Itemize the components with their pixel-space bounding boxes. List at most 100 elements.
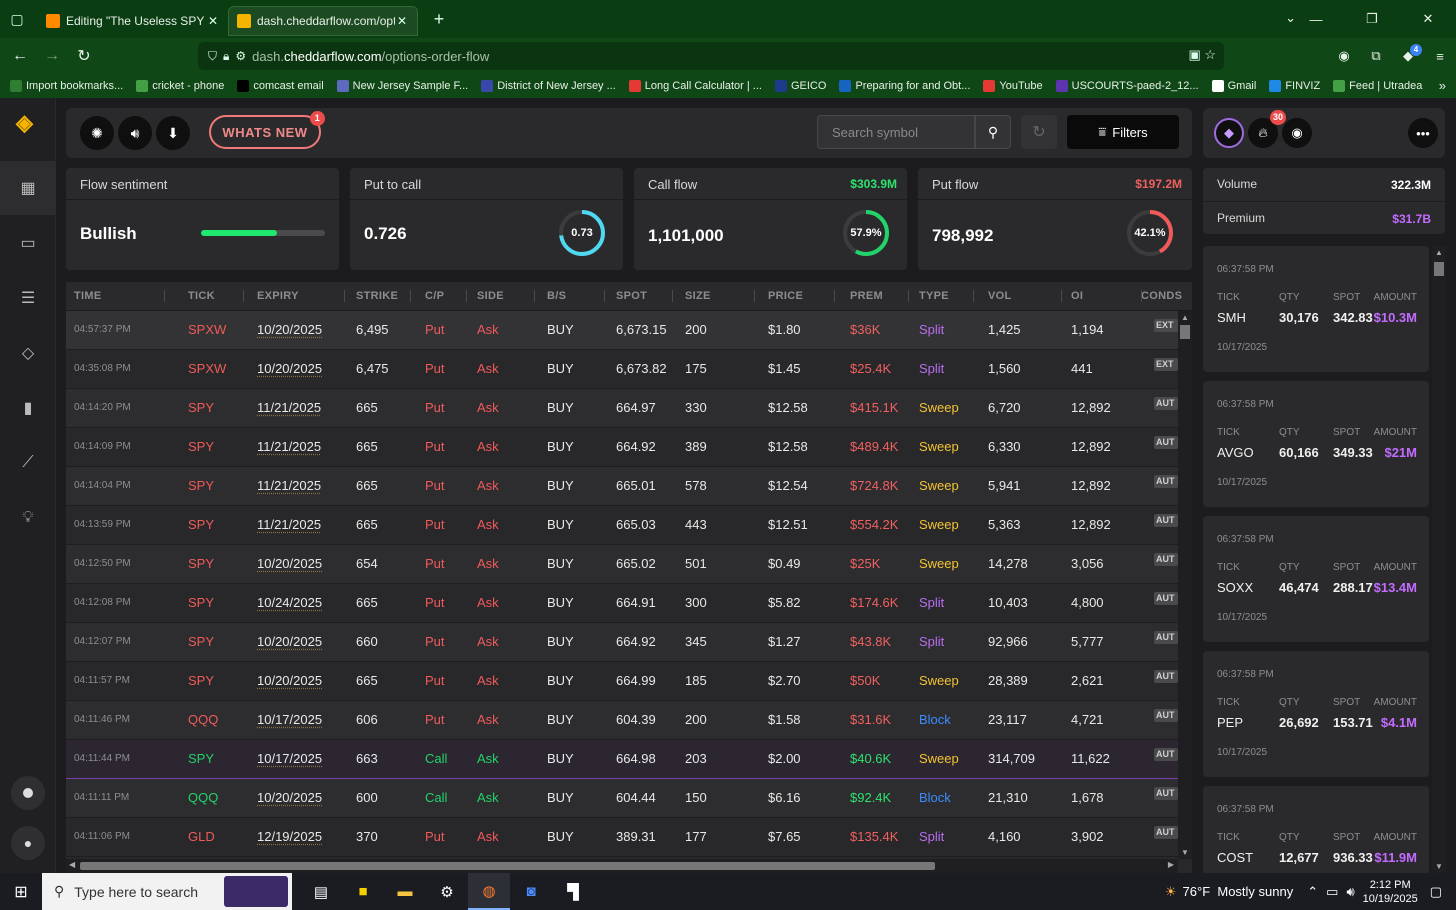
expiry-cell[interactable]: 11/21/2025 <box>257 478 321 493</box>
bookmark-item[interactable]: New Jersey Sample F... <box>336 80 468 92</box>
account-icon[interactable]: ◉ <box>1328 48 1360 64</box>
weather-icon[interactable]: ☀ <box>1165 884 1177 900</box>
theme-toggle-icon[interactable] <box>11 776 45 810</box>
tradingview-app-icon[interactable]: ▜ <box>552 873 594 910</box>
column-header[interactable]: CONDS <box>1141 290 1182 302</box>
new-tab-icon[interactable]: + <box>424 9 454 30</box>
search-icon[interactable]: ⚲ <box>975 115 1011 149</box>
user-profile-icon[interactable]: ● <box>11 826 45 860</box>
line-chart-icon[interactable]: ⟋ <box>0 436 56 490</box>
permissions-icon[interactable]: ⚙︎ <box>235 49 246 63</box>
file-explorer-app-icon[interactable]: ▬ <box>384 873 426 910</box>
column-header[interactable]: TIME <box>74 290 101 302</box>
expiry-cell[interactable]: 10/24/2025 <box>257 595 322 610</box>
system-clock[interactable]: 2:12 PM 10/19/2025 <box>1363 878 1418 906</box>
menu-hamburger-icon[interactable]: ≡ <box>1424 49 1456 64</box>
sticky-notes-app-icon[interactable]: ■ <box>342 873 384 910</box>
expiry-cell[interactable]: 11/21/2025 <box>257 517 321 532</box>
bookmark-item[interactable]: cricket - phone <box>136 80 224 92</box>
tray-chevron-icon[interactable]: ⌃ <box>1307 884 1318 900</box>
dashboard-grid-icon[interactable]: ▦ <box>0 161 56 215</box>
layers-icon[interactable]: ◇ <box>0 326 56 380</box>
bookmarks-overflow-icon[interactable]: » <box>1439 78 1446 93</box>
table-row[interactable]: 04:11:57 PM SPY 10/20/2025 665 Put Ask BUY 664.… <box>66 662 1178 701</box>
windows-start-icon[interactable]: ⊞ <box>0 873 42 910</box>
expiry-cell[interactable]: 10/20/2025 <box>257 361 322 376</box>
bookmark-item[interactable]: USCOURTS-paed-2_12... <box>1055 80 1199 92</box>
ticker-cell[interactable]: SPY <box>188 751 214 766</box>
expiry-cell[interactable]: 10/20/2025 <box>257 790 322 805</box>
expiry-cell[interactable]: 10/17/2025 <box>257 712 322 727</box>
bookmark-item[interactable]: YouTube <box>983 80 1043 92</box>
list-icon[interactable]: ☰ <box>0 271 56 325</box>
bar-chart-icon[interactable]: ▮ <box>0 381 56 435</box>
expiry-cell[interactable]: 11/21/2025 <box>257 400 321 415</box>
reload-icon[interactable]: ↻ <box>68 46 100 66</box>
large-trade-card[interactable]: 06:37:58 PM TICK COST QTY 12,677 SPOT 936.33 AM… <box>1203 786 1429 873</box>
close-tab-icon[interactable]: ✕ <box>395 14 409 28</box>
column-header[interactable]: SIDE <box>477 290 504 302</box>
ticker-cell[interactable]: SPY <box>188 634 214 649</box>
network-icon[interactable]: ▭ <box>1326 884 1338 900</box>
filters-button[interactable]: ⩸ Filters <box>1067 115 1179 149</box>
table-row[interactable]: 04:11:06 PM GLD 12/19/2025 370 Put Ask BUY 389.… <box>66 818 1178 857</box>
scroll-left-icon[interactable]: ◀ <box>69 860 75 869</box>
sound-icon[interactable]: 🔊︎ <box>118 116 152 150</box>
more-options-icon[interactable]: ••• <box>1408 118 1438 148</box>
window-close-icon[interactable]: ✕ <box>1400 0 1456 38</box>
expiry-cell[interactable]: 10/20/2025 <box>257 556 322 571</box>
ticker-cell[interactable]: SPY <box>188 478 214 493</box>
extensions-icon[interactable]: ⧉ <box>1360 48 1392 64</box>
weather-text[interactable]: 76°F Mostly sunny <box>1183 884 1294 899</box>
scroll-thumb[interactable] <box>1180 325 1190 339</box>
lightbulb-icon[interactable]: 💡︎ <box>0 491 56 545</box>
large-trade-card[interactable]: 06:37:58 PM TICK SOXX QTY 46,474 SPOT 288.17 AM… <box>1203 516 1429 642</box>
ticker-cell[interactable]: SPXW <box>188 361 226 376</box>
lock-icon[interactable]: 🔒︎ <box>223 49 229 64</box>
column-divider[interactable] <box>466 290 467 302</box>
notifications-icon[interactable]: ▢ <box>1430 884 1442 900</box>
column-divider[interactable] <box>344 290 345 302</box>
expiry-cell[interactable]: 10/20/2025 <box>257 634 322 649</box>
firefox-app-icon[interactable]: ◍ <box>468 873 510 910</box>
table-row[interactable]: 04:11:44 PM SPY 10/17/2025 663 Call Ask BUY 664… <box>66 740 1178 779</box>
column-divider[interactable] <box>604 290 605 302</box>
large-trade-card[interactable]: 06:37:58 PM TICK PEP QTY 26,692 SPOT 153.71 AMO… <box>1203 651 1429 777</box>
download-icon[interactable]: ⬇ <box>156 116 190 150</box>
bookmark-item[interactable]: Feed | Utradea <box>1333 80 1422 92</box>
reader-and-bookmark-star-icon[interactable]: ▣ ☆ <box>1188 47 1216 63</box>
scroll-up-icon[interactable]: ▲ <box>1432 248 1446 257</box>
large-trade-card[interactable]: 06:37:58 PM TICK SMH QTY 30,176 SPOT 342.83 AMO… <box>1203 246 1429 372</box>
layers-stack-icon[interactable]: ◆ <box>1214 118 1244 148</box>
column-divider[interactable] <box>754 290 755 302</box>
feed-scrollbar[interactable]: ▲ ▼ <box>1432 246 1446 873</box>
minimize-icon[interactable]: — <box>1288 0 1344 38</box>
bookmark-item[interactable]: comcast email <box>237 80 324 92</box>
table-row[interactable]: 04:14:04 PM SPY 11/21/2025 665 Put Ask BUY 665.… <box>66 467 1178 506</box>
url-bar[interactable]: ⛉ 🔒︎ ⚙︎ dash. cheddarflow.com/options-ord… <box>198 42 1224 70</box>
eye-icon[interactable]: ◉ <box>1282 118 1312 148</box>
table-row[interactable]: 04:12:07 PM SPY 10/20/2025 660 Put Ask BUY 664.… <box>66 623 1178 662</box>
table-row[interactable]: 04:57:37 PM SPXW 10/20/2025 6,495 Put Ask BUY 6… <box>66 311 1178 350</box>
ticker-cell[interactable]: QQQ <box>188 712 218 727</box>
expiry-cell[interactable]: 10/20/2025 <box>257 673 322 688</box>
table-horizontal-scrollbar[interactable]: ◀ ▶ <box>66 859 1178 873</box>
bookmark-item[interactable]: Preparing for and Obt... <box>839 80 970 92</box>
column-divider[interactable] <box>908 290 909 302</box>
table-row[interactable]: 04:11:11 PM QQQ 10/20/2025 600 Call Ask BUY 604… <box>66 779 1178 818</box>
column-header[interactable]: C/P <box>425 290 444 302</box>
bookmark-item[interactable]: Gmail <box>1211 80 1256 92</box>
bookmark-item[interactable]: District of New Jersey ... <box>481 80 616 92</box>
taskbar-search-input[interactable]: ⚲ Type here to search <box>42 873 292 910</box>
column-header[interactable]: PREM <box>850 290 883 302</box>
column-header[interactable]: B/S <box>547 290 566 302</box>
scroll-up-icon[interactable]: ▲ <box>1178 313 1192 322</box>
whats-new-button[interactable]: WHATS NEW 1 <box>209 111 325 149</box>
search-input[interactable]: Search symbol <box>817 115 975 149</box>
table-row[interactable]: 04:11:46 PM QQQ 10/17/2025 606 Put Ask BUY 604.… <box>66 701 1178 740</box>
expiry-cell[interactable]: 12/19/2025 <box>257 829 322 844</box>
expiry-cell[interactable]: 10/17/2025 <box>257 751 322 766</box>
calendar-icon[interactable]: ▭ <box>0 216 56 270</box>
column-header[interactable]: TICK <box>188 290 215 302</box>
expiry-cell[interactable]: 11/21/2025 <box>257 439 321 454</box>
